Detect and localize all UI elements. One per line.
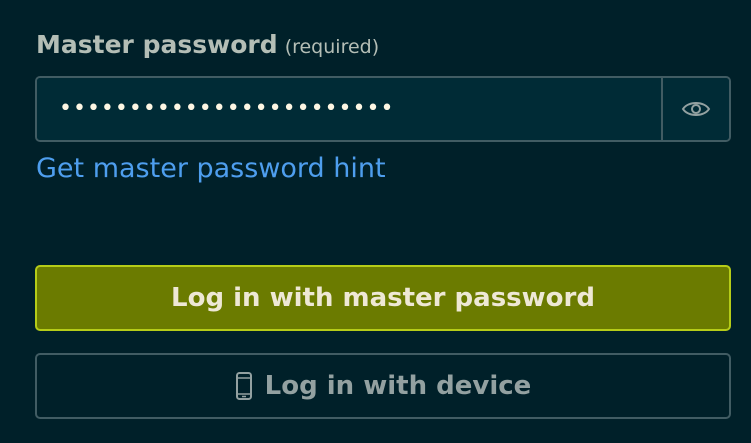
master-password-input[interactable]: •••••••••••••••••••••••• bbox=[37, 78, 661, 140]
master-password-label-text: Master password bbox=[36, 30, 278, 59]
toggle-password-visibility-button[interactable] bbox=[661, 78, 729, 140]
login-device-label: Log in with device bbox=[264, 371, 532, 401]
login-with-master-password-button[interactable]: Log in with master password bbox=[35, 265, 731, 331]
login-with-device-button[interactable]: Log in with device bbox=[35, 353, 731, 419]
master-password-label: Master password (required) bbox=[36, 30, 379, 59]
login-master-password-label: Log in with master password bbox=[171, 283, 595, 313]
get-master-password-hint-link[interactable]: Get master password hint bbox=[36, 153, 386, 184]
eye-icon bbox=[681, 99, 711, 119]
mobile-phone-icon bbox=[235, 371, 253, 401]
master-password-field: •••••••••••••••••••••••• bbox=[35, 76, 731, 142]
required-note: (required) bbox=[284, 36, 380, 58]
